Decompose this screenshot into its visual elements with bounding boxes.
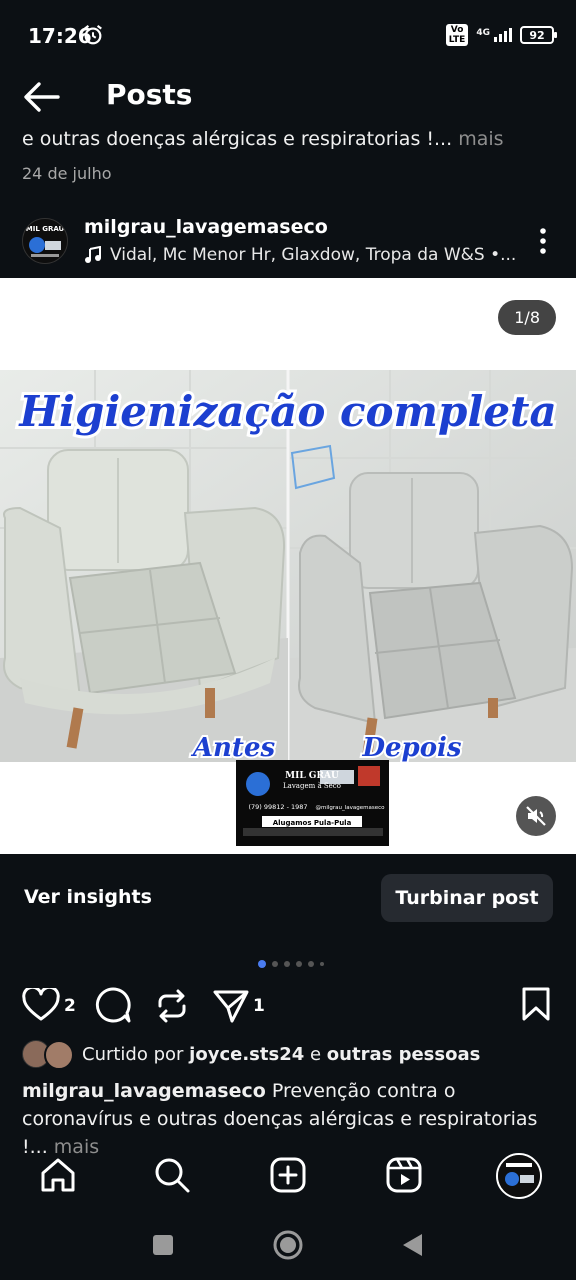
post-avatar[interactable]: MIL GRAU	[22, 218, 68, 264]
liked-by-mid: e	[309, 1043, 322, 1065]
like-count[interactable]: 2	[64, 996, 76, 1016]
mute-icon	[526, 806, 546, 826]
bottom-navigation	[0, 1145, 576, 1205]
liked-by-user[interactable]: joyce.sts24	[189, 1044, 304, 1065]
recent-apps-button[interactable]	[153, 1235, 173, 1255]
label-after: Depois	[361, 733, 461, 763]
music-note-icon	[85, 246, 101, 263]
comment-icon[interactable]	[94, 986, 132, 1024]
post-music[interactable]: Vidal, Mc Menor Hr, Glaxdow, Tropa da W&…	[84, 245, 516, 265]
previous-post-caption: e outras doenças alérgicas e respiratori…	[22, 128, 504, 150]
previous-post-date: 24 de julho	[22, 164, 112, 183]
view-insights-link[interactable]: Ver insights	[24, 886, 152, 908]
search-icon[interactable]	[152, 1155, 192, 1195]
post-image: Higienização completa Antes Depois MIL G…	[0, 370, 576, 854]
logo-handle: @milgrau_lavagemaseco	[315, 805, 385, 811]
logo-phone: (79) 99812 - 1987	[248, 803, 307, 811]
liked-by[interactable]: Curtido por joyce.sts24 e outras pessoas	[22, 1040, 481, 1070]
battery-level: 92	[529, 28, 545, 42]
boost-post-button[interactable]: Turbinar post	[381, 874, 553, 922]
reels-icon[interactable]	[384, 1155, 424, 1195]
more-options-icon[interactable]	[530, 226, 556, 256]
carousel-counter: 1/8	[498, 300, 556, 335]
system-navigation	[0, 1210, 576, 1280]
home-icon[interactable]	[38, 1155, 78, 1195]
liked-by-prefix: Curtido por	[82, 1043, 184, 1065]
label-before: Antes	[190, 733, 276, 763]
svg-text:MIL GRAU: MIL GRAU	[26, 225, 65, 233]
previous-caption-text: e outras doenças alérgicas e respiratori…	[22, 128, 453, 150]
share-icon[interactable]	[212, 988, 250, 1024]
post-username[interactable]: milgrau_lavagemaseco	[84, 216, 328, 238]
page-title: Posts	[106, 78, 193, 111]
carousel-dot	[296, 961, 302, 967]
profile-logo-icon	[498, 1155, 540, 1197]
network-signal: 4G	[476, 28, 512, 42]
post-actions: 2 1	[0, 984, 576, 1028]
image-title: Higienização completa	[18, 387, 556, 436]
carousel-dot	[308, 961, 314, 967]
previous-more-link[interactable]: mais	[458, 128, 503, 150]
heart-icon[interactable]	[22, 988, 60, 1022]
music-text: Vidal, Mc Menor Hr, Glaxdow, Tropa da W&…	[110, 245, 517, 265]
share-count[interactable]: 1	[253, 996, 265, 1016]
mute-button[interactable]	[516, 796, 556, 836]
network-type: 4G	[476, 28, 490, 38]
repost-icon[interactable]	[154, 988, 190, 1024]
carousel-dot	[320, 962, 324, 966]
liker-avatar	[44, 1040, 74, 1070]
post-media[interactable]: Higienização completa Antes Depois MIL G…	[0, 278, 576, 854]
volte-badge: Vo LTE	[445, 24, 469, 46]
caption-username[interactable]: milgrau_lavagemaseco	[22, 1080, 266, 1102]
home-button[interactable]	[272, 1229, 304, 1261]
liker-avatars	[22, 1040, 74, 1070]
status-icons: Vo LTE 4G 92	[445, 24, 557, 46]
carousel-dot	[272, 961, 278, 967]
back-button[interactable]	[400, 1232, 424, 1258]
status-bar: 17:26 Vo LTE 4G 92	[0, 0, 576, 70]
avatar-logo-icon: MIL GRAU	[23, 219, 67, 263]
logo-sub: Lavagem à Seco	[283, 781, 341, 790]
logo-rent: Alugamos Pula-Pula	[273, 819, 352, 827]
create-icon[interactable]	[268, 1155, 308, 1195]
carousel-dot	[258, 960, 266, 968]
logo-name: MIL GRAU	[285, 771, 339, 781]
back-arrow-icon[interactable]	[22, 80, 60, 114]
battery-indicator: 92	[520, 26, 557, 44]
bookmark-icon[interactable]	[520, 986, 552, 1022]
liked-by-others[interactable]: outras pessoas	[327, 1044, 481, 1065]
alarm-icon	[84, 24, 102, 45]
carousel-indicator	[258, 960, 324, 968]
carousel-dot	[284, 961, 290, 967]
profile-icon[interactable]	[496, 1153, 542, 1199]
